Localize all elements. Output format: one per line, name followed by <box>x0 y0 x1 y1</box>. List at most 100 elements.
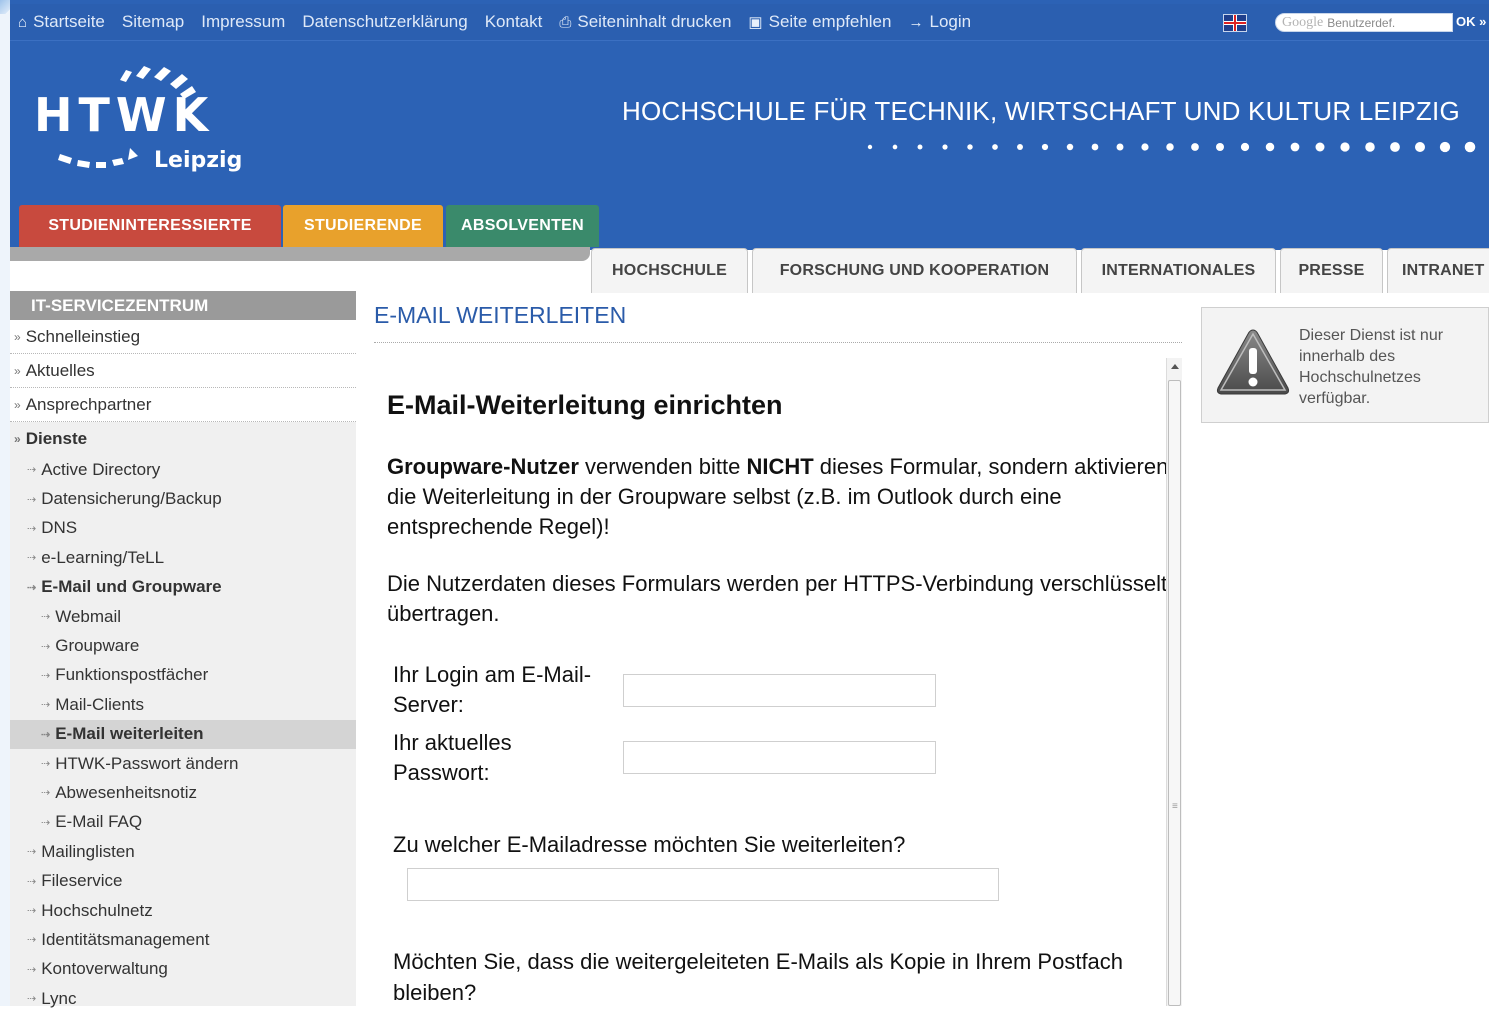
https-notice: Die Nutzerdaten dieses Formulars werden … <box>387 571 1168 626</box>
login-field[interactable] <box>623 674 936 707</box>
decorative-dot <box>1414 141 1426 153</box>
tab-absolventen[interactable]: ABSOLVENTEN <box>446 205 599 247</box>
university-slogan: HOCHSCHULE FÜR TECHNIK, WIRTSCHAFT UND K… <box>622 96 1460 126</box>
search-input[interactable]: Google Benutzerdef. <box>1275 13 1453 32</box>
groupware-notice: Groupware-Nutzer verwenden bitte NICHT d… <box>387 454 1169 539</box>
decorative-dot <box>892 144 898 150</box>
topnav-kontakt[interactable]: Kontakt <box>485 12 543 32</box>
sidebar-item-email-groupware[interactable]: ⇢ E-Mail und Groupware <box>10 573 356 602</box>
decorative-dot <box>967 144 973 150</box>
decorative-dot <box>1464 141 1476 153</box>
key-icon: → <box>908 13 924 31</box>
form-frame: E-Mail-Weiterleitung einrichten Groupwar… <box>374 358 1182 1006</box>
page-title: E-MAIL WEITERLEITEN <box>374 302 627 328</box>
tab-studieninteressierte[interactable]: STUDIENINTERESSIERTE <box>19 205 281 247</box>
login-label: Ihr Login am E-Mail-Server: <box>393 662 592 717</box>
tab-internationales[interactable]: INTERNATIONALES <box>1081 248 1276 293</box>
decorative-dot <box>1166 143 1174 151</box>
forward-address-field[interactable] <box>407 868 999 901</box>
decorative-dot <box>1017 144 1023 150</box>
decorative-dot <box>1439 141 1451 153</box>
htwk-logo[interactable]: HTWK Leipzig <box>34 62 254 192</box>
sidebar-item-funktionspostfaecher[interactable]: ⇢ Funktionspostfächer <box>10 661 356 690</box>
tab-presse[interactable]: PRESSE <box>1280 248 1383 293</box>
topnav-login[interactable]: → Login <box>908 12 971 32</box>
decorative-dot <box>1216 143 1224 151</box>
sidebar-item-mail-clients[interactable]: ⇢ Mail-Clients <box>10 690 356 719</box>
top-bar: ⌂ Startseite Sitemap Impressum Datenschut… <box>10 4 1489 41</box>
decorative-dot <box>942 144 948 150</box>
home-icon: ⌂ <box>18 13 28 31</box>
password-label: Ihr aktuelles Passwort: <box>393 730 512 785</box>
sidebar-item-kontoverwaltung[interactable]: ⇢ Kontoverwaltung <box>10 955 356 984</box>
decorative-dot <box>917 144 923 150</box>
decorative-dot <box>992 144 998 150</box>
search-ok-button[interactable]: OK » <box>1456 14 1486 29</box>
topnav-print[interactable]: ⎙ Seiteninhalt drucken <box>559 12 731 32</box>
tab-band <box>10 247 590 261</box>
sidebar-item-email-faq[interactable]: ⇢ E-Mail FAQ <box>10 808 356 837</box>
decorative-dot <box>867 144 873 150</box>
decorative-dot <box>1290 142 1300 152</box>
google-logo: Google <box>1282 14 1324 30</box>
title-divider <box>374 342 1182 343</box>
decorative-dot <box>1365 142 1375 152</box>
tab-forschung[interactable]: FORSCHUNG UND KOOPERATION <box>752 248 1077 293</box>
uk-flag-icon[interactable] <box>1223 14 1247 32</box>
sidebar-item-hochschulnetz[interactable]: ⇢ Hochschulnetz <box>10 896 356 925</box>
topnav-impressum[interactable]: Impressum <box>201 12 285 32</box>
top-navigation: ⌂ Startseite Sitemap Impressum Datenschut… <box>10 4 971 40</box>
browser-edge <box>0 0 18 1006</box>
sidebar-item-email-weiterleiten[interactable]: ⇢ E-Mail weiterleiten <box>10 719 356 749</box>
decorative-dot <box>1041 143 1049 151</box>
password-field[interactable] <box>623 741 936 774</box>
decorative-dot <box>1066 143 1074 151</box>
decorative-dot <box>1116 143 1124 151</box>
form-heading: E-Mail-Weiterleitung einrichten <box>387 390 783 420</box>
sidebar-item-mailinglisten[interactable]: ⇢ Mailinglisten <box>10 837 356 866</box>
topnav-recommend[interactable]: ▣ Seite empfehlen <box>748 12 891 32</box>
tab-studierende[interactable]: STUDIERENDE <box>283 205 443 247</box>
sidebar-item-lync[interactable]: ⇢ Lync <box>10 984 356 1013</box>
notice-text: Dieser Dienst ist nur innerhalb des Hoch… <box>1299 327 1444 407</box>
decorative-dots <box>867 141 1476 153</box>
logo-city: Leipzig <box>154 148 243 173</box>
sidebar-item-aktuelles[interactable]: » Aktuelles <box>10 354 356 388</box>
topnav-startseite[interactable]: ⌂ Startseite <box>18 12 105 32</box>
scroll-thumb[interactable]: ≡ <box>1168 380 1181 1006</box>
sidebar-item-abwesenheitsnotiz[interactable]: ⇢ Abwesenheitsnotiz <box>10 778 356 807</box>
tab-hochschule[interactable]: HOCHSCHULE <box>591 248 748 293</box>
sidebar-item-passwort-aendern[interactable]: ⇢ HTWK-Passwort ändern <box>10 749 356 778</box>
sidebar: IT-SERVICEZENTRUM » Schnelleinstieg » Aktu… <box>10 291 356 1008</box>
decorative-dot <box>1265 142 1275 152</box>
scroll-up-arrow-icon[interactable] <box>1171 364 1179 369</box>
sidebar-item-ansprechpartner[interactable]: » Ansprechpartner <box>10 388 356 422</box>
sidebar-item-dienste[interactable]: » Dienste <box>10 422 356 455</box>
decorative-dot <box>1315 142 1325 152</box>
sidebar-item-backup[interactable]: ⇢ Datensicherung/Backup <box>10 484 356 513</box>
sidebar-item-fileservice[interactable]: ⇢ Fileservice <box>10 866 356 895</box>
sidebar-item-webmail[interactable]: ⇢ Webmail <box>10 602 356 631</box>
sidebar-item-elearning[interactable]: ⇢ e-Learning/TeLL <box>10 543 356 572</box>
sidebar-title: IT-SERVICEZENTRUM <box>10 291 356 320</box>
decorative-dot <box>1340 142 1350 152</box>
decorative-dot <box>1191 143 1199 151</box>
sidebar-item-schnelleinstieg[interactable]: » Schnelleinstieg <box>10 320 356 354</box>
sidebar-item-identitaetsmanagement[interactable]: ⇢ Identitätsmanagement <box>10 925 356 954</box>
logo-letters: HTWK <box>34 88 215 142</box>
copy-question: Möchten Sie, dass die weitergeleiteten E… <box>393 949 1124 1005</box>
tab-intranet[interactable]: INTRANET <box>1387 248 1489 293</box>
topnav-sitemap[interactable]: Sitemap <box>122 12 184 32</box>
print-icon: ⎙ <box>559 13 572 31</box>
decorative-dot <box>1390 142 1400 152</box>
network-notice: Dieser Dienst ist nur innerhalb des Hoch… <box>1201 307 1489 423</box>
frame-scrollbar[interactable]: ≡ <box>1166 358 1182 1006</box>
recommend-icon: ▣ <box>748 14 763 31</box>
sidebar-item-active-directory[interactable]: ⇢ Active Directory <box>10 455 356 484</box>
sidebar-item-groupware[interactable]: ⇢ Groupware <box>10 631 356 660</box>
sidebar-item-dns[interactable]: ⇢ DNS <box>10 514 356 543</box>
search-placeholder: Benutzerdef. <box>1327 15 1396 30</box>
forward-question: Zu welcher E-Mailadresse möchten Sie wei… <box>393 832 906 857</box>
decorative-dot <box>1240 142 1250 152</box>
topnav-datenschutz[interactable]: Datenschutzerklärung <box>302 12 467 32</box>
